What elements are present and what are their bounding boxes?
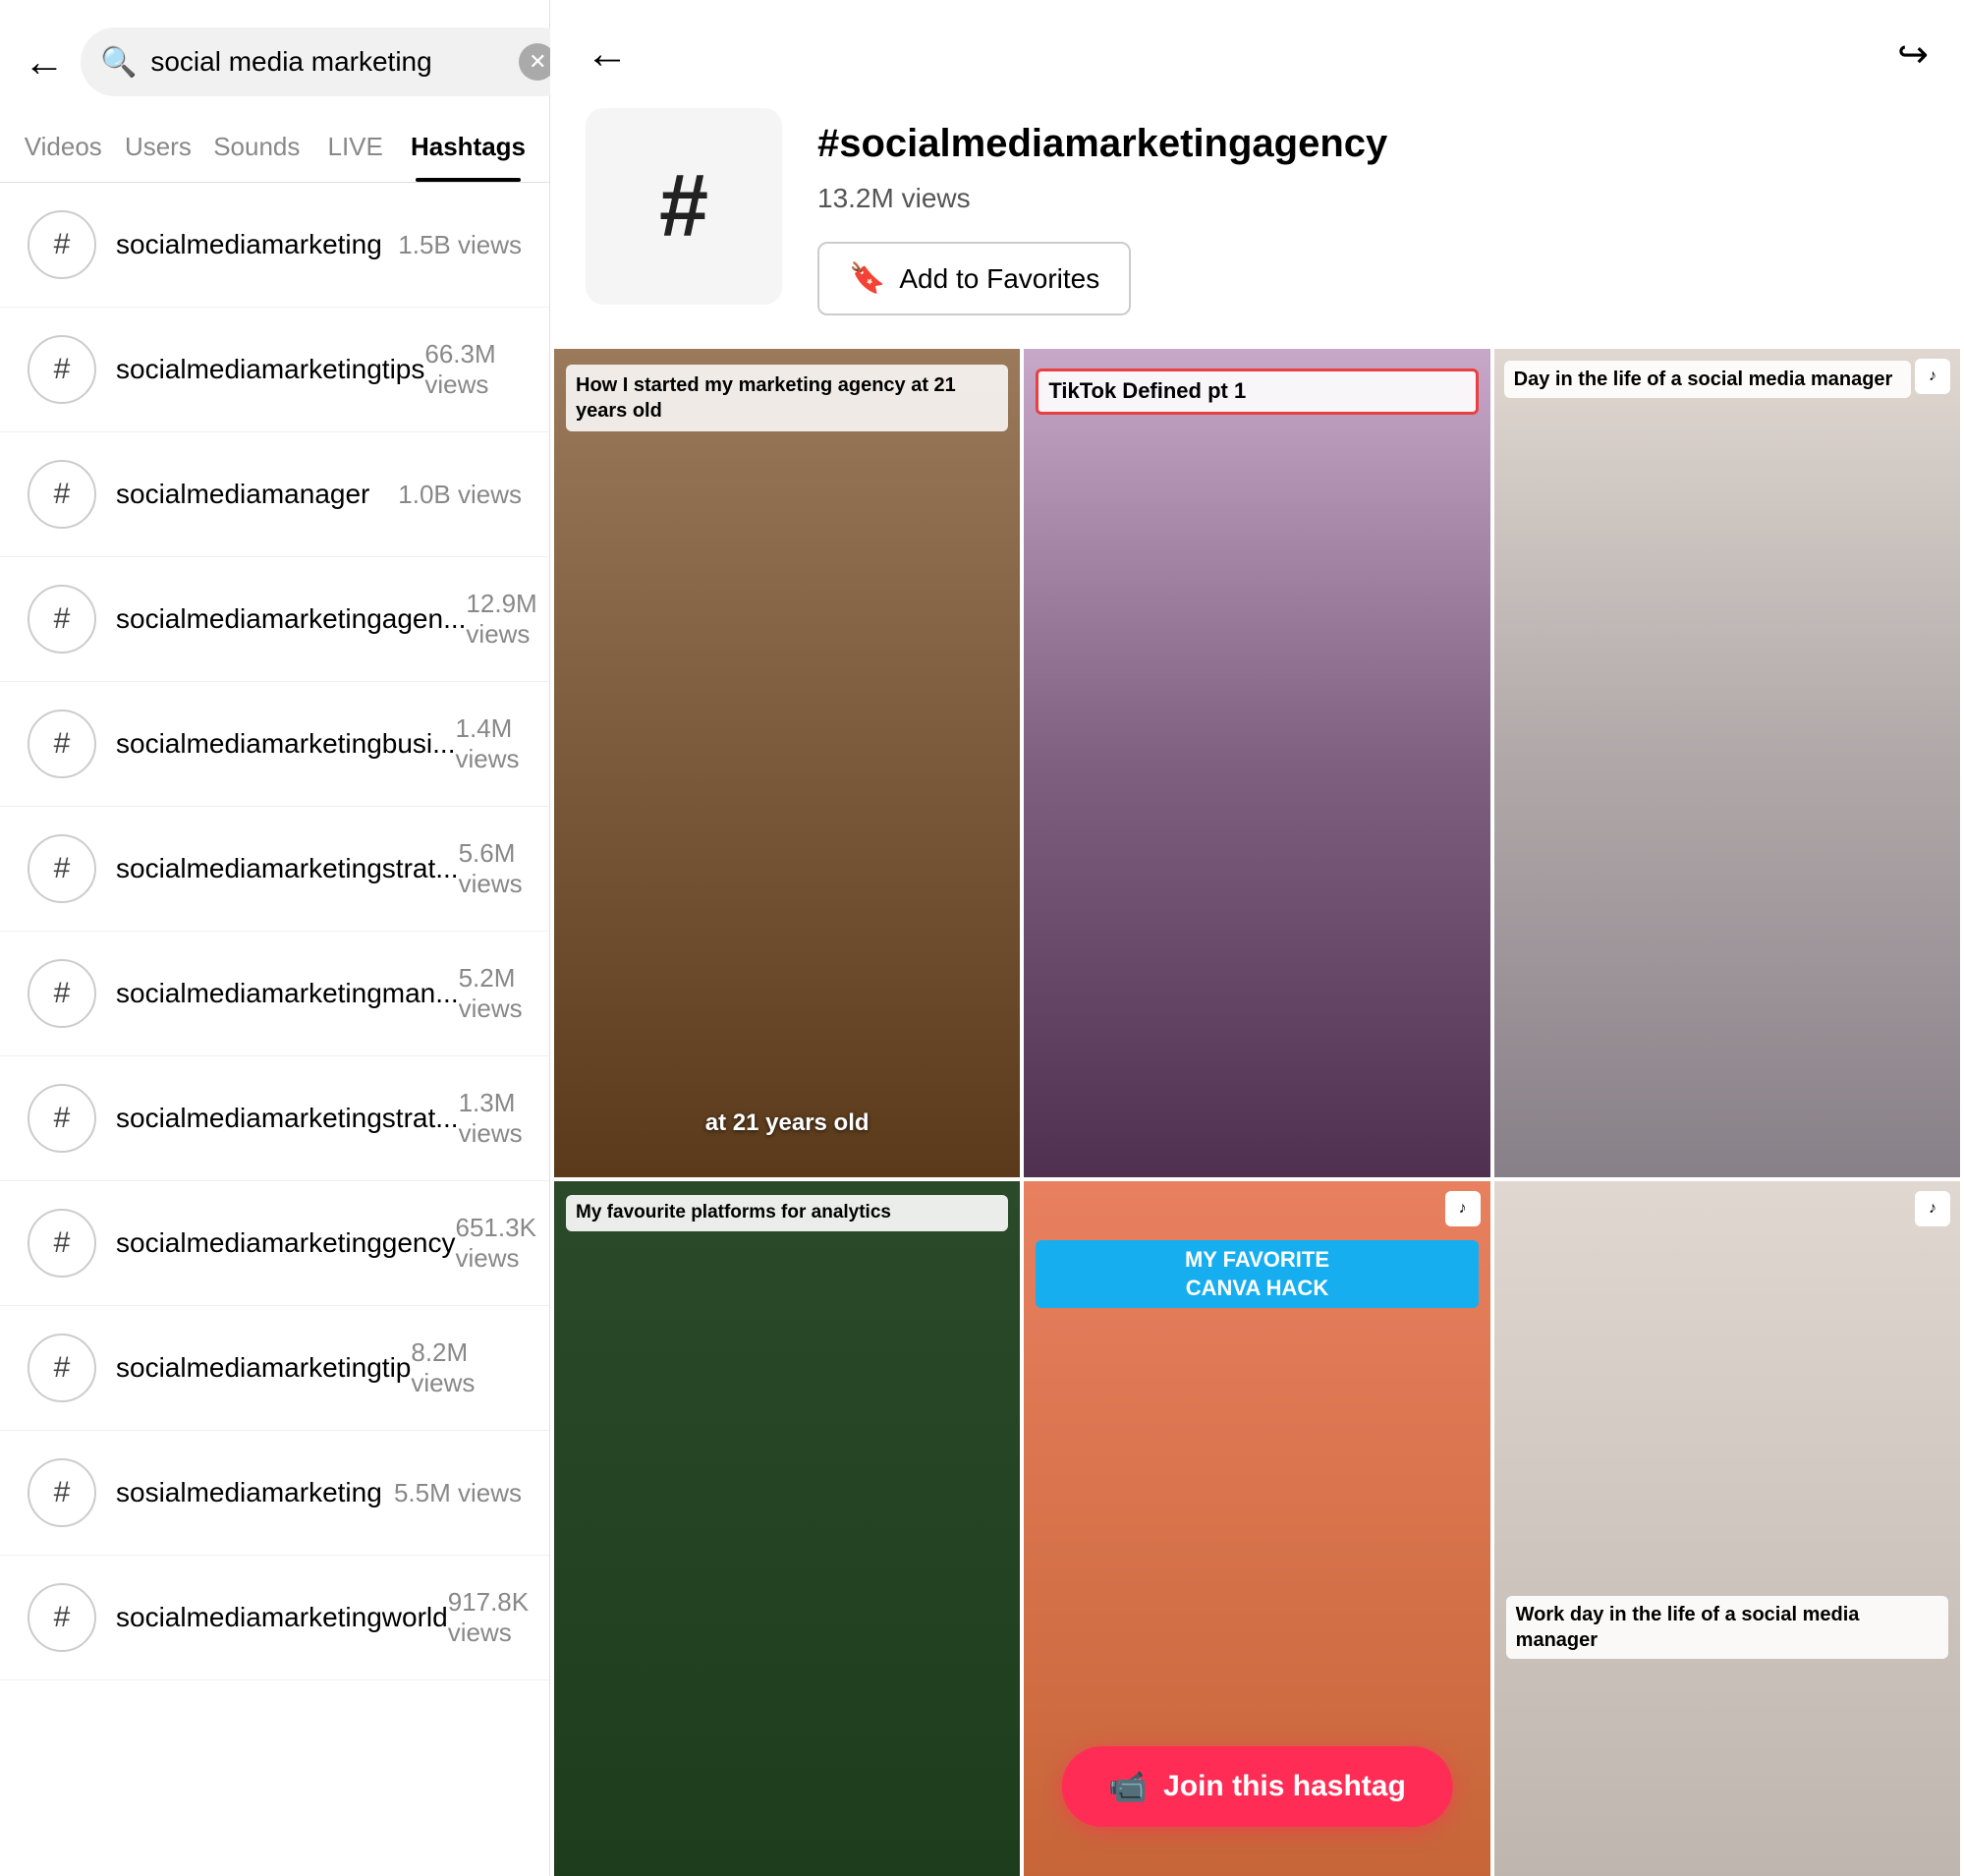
- tab-users[interactable]: Users: [111, 112, 206, 182]
- hashtag-views: 8.2M views: [411, 1337, 522, 1398]
- hashtag-icon: #: [28, 710, 96, 778]
- hashtag-list: # socialmediamarketing 1.5B views # soci…: [0, 183, 549, 1876]
- video-label: TikTok Defined pt 1: [1036, 369, 1478, 415]
- hashtag-views: 1.5B views: [398, 230, 522, 260]
- right-back-button[interactable]: ←: [586, 29, 629, 79]
- hashtag-name: socialmediamarketingstrat...: [116, 1103, 459, 1134]
- list-item[interactable]: # socialmediamarketinggency 651.3K views: [0, 1181, 549, 1306]
- list-item[interactable]: # socialmediamarketingagen... 12.9M view…: [0, 557, 549, 682]
- hashtag-views: 1.0B views: [398, 480, 522, 510]
- tabs: Videos Users Sounds LIVE Hashtags: [0, 112, 549, 183]
- list-item[interactable]: # socialmediamanager 1.0B views: [0, 432, 549, 557]
- list-item[interactable]: # socialmediamarketingtips 66.3M views: [0, 308, 549, 432]
- hashtag-name: socialmediamarketingagen...: [116, 603, 466, 635]
- video-bg: [1024, 349, 1489, 1177]
- hashtag-name: socialmediamanager: [116, 479, 398, 510]
- hashtag-views: 12.9M views: [466, 589, 536, 650]
- list-item[interactable]: # sosialmediamarketing 5.5M views: [0, 1431, 549, 1556]
- bookmark-icon: 🔖: [849, 261, 885, 296]
- hashtag-views: 5.2M views: [459, 963, 523, 1024]
- video-bg: [1494, 1181, 1960, 1876]
- hashtag-icon: #: [28, 959, 96, 1028]
- video-card[interactable]: at 21 years old How I started my marketi…: [554, 349, 1020, 1177]
- tab-hashtags[interactable]: Hashtags: [403, 112, 533, 182]
- search-input[interactable]: [150, 46, 505, 78]
- video-card[interactable]: My favourite platforms for analytics As …: [554, 1181, 1020, 1876]
- right-header: ← ↪: [550, 0, 1964, 98]
- hashtag-views: 66.3M views: [424, 339, 522, 400]
- hashtag-icon: #: [28, 210, 96, 279]
- video-label: My favourite platforms for analytics: [566, 1195, 1008, 1231]
- list-item[interactable]: # socialmediamarketingstrat... 5.6M view…: [0, 807, 549, 932]
- tab-videos[interactable]: Videos: [16, 112, 111, 182]
- clear-icon: ✕: [529, 49, 546, 75]
- hashtag-name: socialmediamarketingtips: [116, 354, 424, 385]
- hashtag-title: #socialmediamarketingagency: [817, 118, 1929, 169]
- hashtag-icon: #: [28, 335, 96, 404]
- join-hashtag-button[interactable]: 📹 Join this hashtag: [1061, 1746, 1453, 1827]
- video-bg: [1494, 349, 1960, 1177]
- hashtag-name: socialmediamarketingtip: [116, 1352, 411, 1384]
- hashtag-views: 651.3K views: [456, 1213, 536, 1274]
- hashtag-views: 5.6M views: [459, 838, 523, 899]
- search-bar: ← 🔍 ✕ ⊟: [0, 0, 549, 112]
- hashtag-views: 1.3M views: [459, 1088, 523, 1149]
- list-item[interactable]: # socialmediamarketingtip 8.2M views: [0, 1306, 549, 1431]
- camera-icon: 📹: [1108, 1768, 1148, 1805]
- list-item[interactable]: # socialmediamarketing 1.5B views: [0, 183, 549, 308]
- join-hashtag-label: Join this hashtag: [1163, 1770, 1406, 1803]
- hashtag-icon: #: [28, 1084, 96, 1153]
- hashtag-thumbnail: #: [586, 108, 782, 305]
- hashtag-name: socialmediamarketing: [116, 229, 398, 260]
- video-grid: at 21 years old How I started my marketi…: [550, 345, 1964, 1876]
- video-label: How I started my marketing agency at 21 …: [566, 365, 1008, 431]
- video-label: Day in the life of a social media manage…: [1504, 361, 1911, 398]
- hashtag-icon: #: [28, 585, 96, 654]
- video-label: MY FAVORITECANVA HACK: [1036, 1240, 1478, 1308]
- list-item[interactable]: # socialmediamarketingstrat... 1.3M view…: [0, 1056, 549, 1181]
- video-card[interactable]: ♪ Work day in the life of a social media…: [1494, 1181, 1960, 1876]
- hashtag-icon: #: [28, 1334, 96, 1402]
- video-label: Work day in the life of a social media m…: [1506, 1596, 1948, 1659]
- hashtag-name: socialmediamarketingman...: [116, 978, 459, 1009]
- hashtag-info: #socialmediamarketingagency 13.2M views …: [817, 108, 1929, 315]
- add-favorites-label: Add to Favorites: [899, 263, 1099, 295]
- back-button[interactable]: ←: [24, 38, 65, 85]
- hashtag-views: 1.4M views: [456, 713, 523, 774]
- hashtag-icon: #: [28, 1458, 96, 1527]
- hashtag-name: socialmediamarketingworld: [116, 1602, 448, 1633]
- list-item[interactable]: # socialmediamarketingbusi... 1.4M views: [0, 682, 549, 807]
- right-panel: ← ↪ # #socialmediamarketingagency 13.2M …: [550, 0, 1964, 1876]
- tiktok-badge: ♪: [1445, 1191, 1481, 1226]
- hashtag-view-count: 13.2M views: [817, 183, 1929, 214]
- tab-sounds[interactable]: Sounds: [205, 112, 308, 182]
- hashtag-symbol-large: #: [659, 156, 708, 257]
- hashtag-icon: #: [28, 1583, 96, 1652]
- video-bg: at 21 years old: [554, 349, 1020, 1177]
- list-item[interactable]: # socialmediamarketingman... 5.2M views: [0, 932, 549, 1056]
- video-bg: [554, 1181, 1020, 1876]
- hashtag-views: 917.8K views: [448, 1587, 529, 1648]
- tiktok-badge: ♪: [1915, 359, 1950, 394]
- hashtag-name: socialmediamarketingstrat...: [116, 853, 459, 884]
- tiktok-badge: ♪: [1915, 1191, 1950, 1226]
- add-to-favorites-button[interactable]: 🔖 Add to Favorites: [817, 242, 1131, 315]
- search-icon: 🔍: [100, 45, 137, 80]
- search-input-wrapper: 🔍 ✕: [81, 28, 576, 96]
- hashtag-profile: # #socialmediamarketingagency 13.2M view…: [550, 98, 1964, 345]
- hashtag-name: sosialmediamarketing: [116, 1477, 394, 1508]
- hashtag-name: socialmediamarketingbusi...: [116, 728, 456, 760]
- left-panel: ← 🔍 ✕ ⊟ Videos Users Sounds LIVE Hashtag…: [0, 0, 550, 1876]
- tab-live[interactable]: LIVE: [308, 112, 403, 182]
- hashtag-icon: #: [28, 834, 96, 903]
- hashtag-icon: #: [28, 460, 96, 529]
- hashtag-icon: #: [28, 1209, 96, 1278]
- video-card[interactable]: ♪ Day in the life of a social media mana…: [1494, 349, 1960, 1177]
- list-item[interactable]: # socialmediamarketingworld 917.8K views: [0, 1556, 549, 1680]
- hashtag-name: socialmediamarketinggency: [116, 1227, 456, 1259]
- hashtag-views: 5.5M views: [394, 1478, 522, 1508]
- video-card[interactable]: TikTok Defined pt 1: [1024, 349, 1489, 1177]
- right-share-button[interactable]: ↪: [1897, 32, 1929, 77]
